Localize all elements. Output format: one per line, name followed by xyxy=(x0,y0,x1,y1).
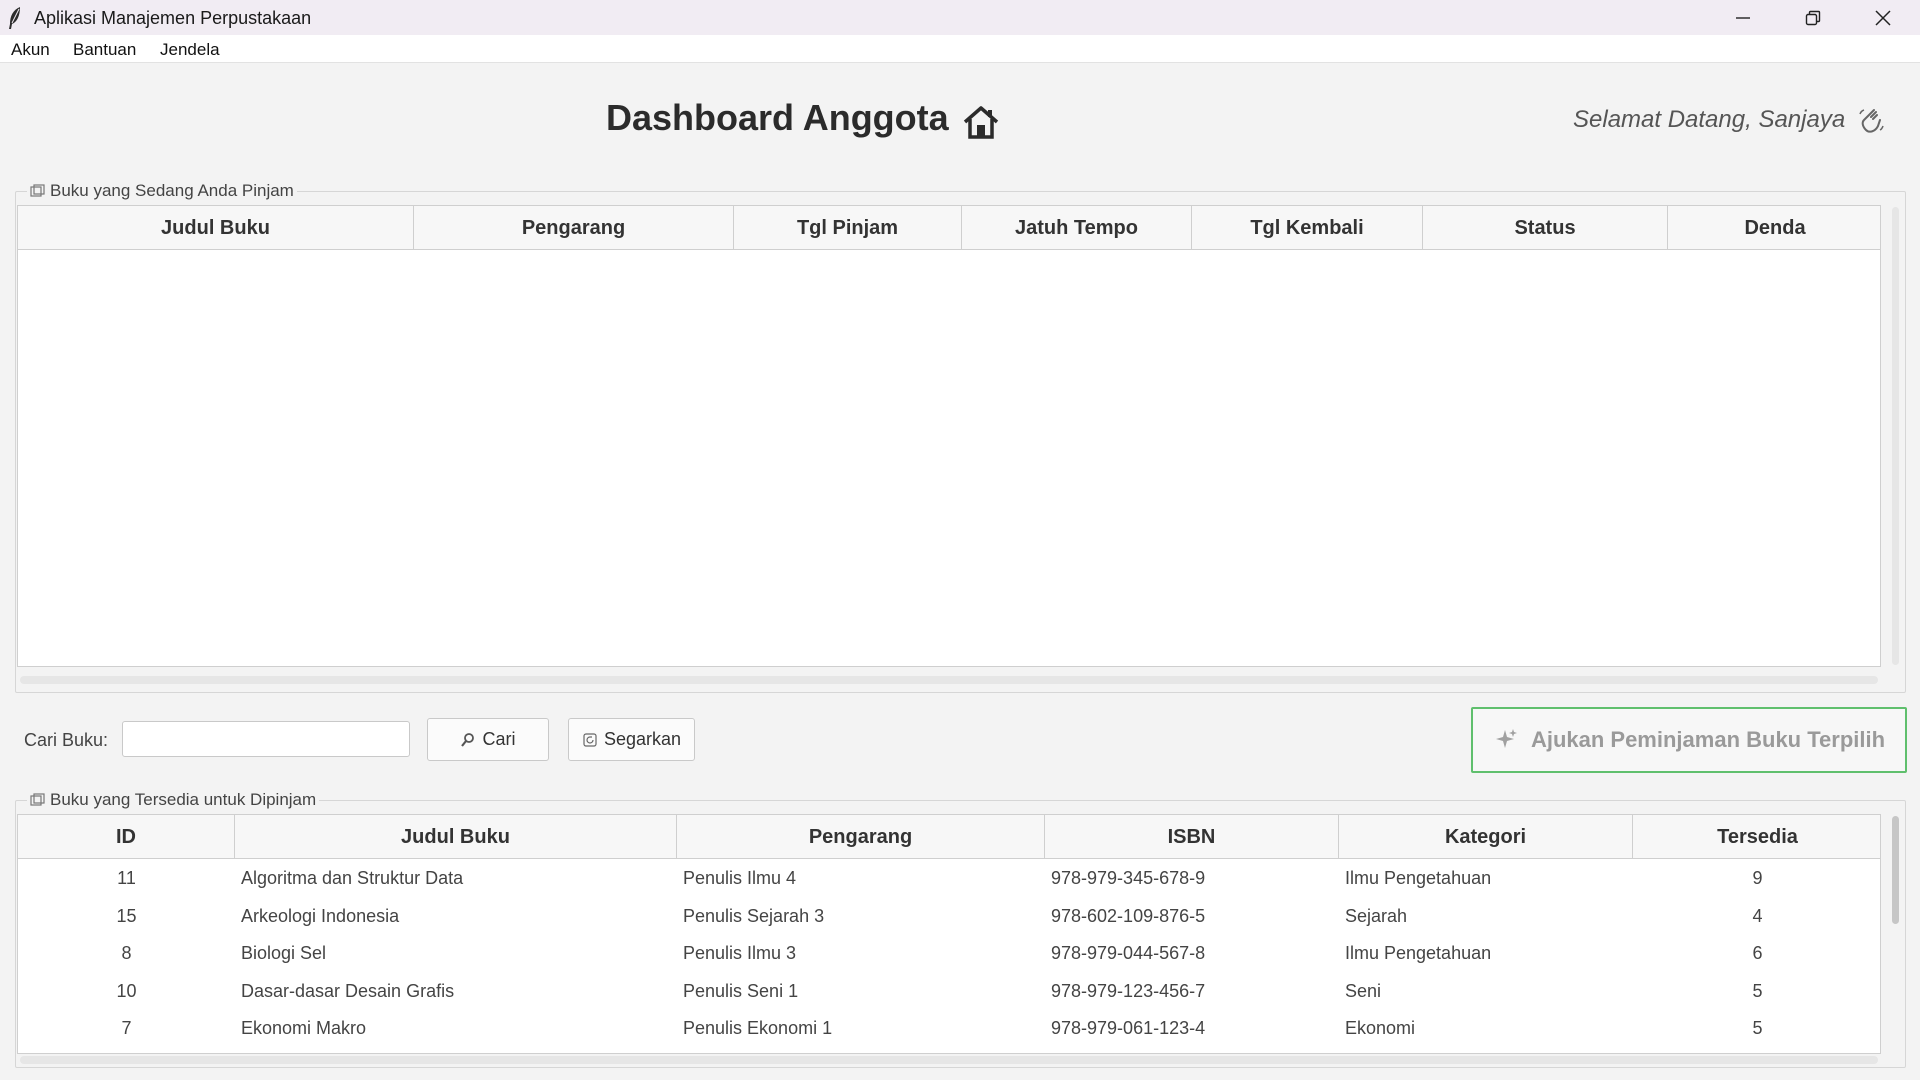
cell-author: Penulis Ekonomi 1 xyxy=(683,1018,833,1039)
cell-id: 10 xyxy=(116,980,137,1001)
restore-button[interactable] xyxy=(1778,0,1848,35)
available-books-table[interactable]: ID Judul Buku Pengarang ISBN Kategori Te… xyxy=(17,814,1881,1054)
books-icon xyxy=(30,184,45,197)
col-kategori[interactable]: Kategori xyxy=(1339,815,1633,859)
cell-category: Ilmu Pengetahuan xyxy=(1345,868,1492,889)
cell-title: Ekonomi Makro xyxy=(241,1018,367,1039)
menu-bar: Akun Bantuan Jendela xyxy=(0,35,1920,63)
borrowed-horizontal-scrollbar[interactable] xyxy=(20,676,1878,684)
cell-title: Arkeologi Indonesia xyxy=(241,905,400,926)
cell-category: Ilmu Pengetahuan xyxy=(1345,943,1492,964)
menu-akun[interactable]: Akun xyxy=(11,40,50,60)
cell-category: Ekonomi xyxy=(1345,1018,1416,1039)
cell-isbn: 978-979-044-567-8 xyxy=(1051,943,1206,964)
search-button-label: Cari xyxy=(482,729,516,749)
borrowed-books-legend: Buku yang Sedang Anda Pinjam xyxy=(27,181,297,201)
books-icon xyxy=(30,793,45,806)
col-pengarang[interactable]: Pengarang xyxy=(677,815,1045,859)
cell-author: Penulis Ilmu 3 xyxy=(683,943,797,964)
col-tgl-kembali[interactable]: Tgl Kembali xyxy=(1192,206,1423,250)
borrowed-books-table[interactable]: Judul Buku Pengarang Tgl Pinjam Jatuh Te… xyxy=(17,205,1881,667)
cell-isbn: 978-979-123-456-7 xyxy=(1051,980,1206,1001)
refresh-button[interactable]: Segarkan xyxy=(568,718,695,761)
cell-available: 6 xyxy=(1752,943,1763,964)
refresh-button-label: Segarkan xyxy=(603,729,682,749)
cell-id: 11 xyxy=(117,868,136,889)
borrowed-vertical-scrollbar[interactable] xyxy=(1892,207,1899,665)
available-legend-label: Buku yang Tersedia untuk Dipinjam xyxy=(50,790,317,809)
available-horizontal-scrollbar[interactable] xyxy=(20,1056,1878,1064)
cell-title: Algoritma dan Struktur Data xyxy=(241,868,464,889)
submit-loan-label: Ajukan Peminjaman Buku Terpilih xyxy=(1530,727,1886,752)
table-row[interactable]: 7 Ekonomi Makro Penulis Ekonomi 1 978-97… xyxy=(18,1010,1880,1048)
refresh-icon xyxy=(583,732,597,747)
menu-jendela[interactable]: Jendela xyxy=(160,40,220,60)
cell-available: 5 xyxy=(1752,980,1763,1001)
minimize-button[interactable] xyxy=(1708,0,1778,35)
cell-isbn: 978-979-061-123-4 xyxy=(1051,1018,1206,1039)
cell-category: Seni xyxy=(1345,980,1382,1001)
borrowed-legend-label: Buku yang Sedang Anda Pinjam xyxy=(50,181,294,200)
sparkle-icon xyxy=(1495,729,1517,748)
cell-id: 8 xyxy=(121,943,132,964)
cell-title: Dasar-dasar Desain Grafis xyxy=(241,980,455,1001)
submit-loan-button[interactable]: Ajukan Peminjaman Buku Terpilih xyxy=(1471,707,1907,773)
welcome-text: Selamat Datang, Sanjaya xyxy=(1573,106,1846,133)
menu-bantuan[interactable]: Bantuan xyxy=(73,40,136,60)
col-jatuh-tempo[interactable]: Jatuh Tempo xyxy=(962,206,1192,250)
cell-id: 15 xyxy=(116,905,137,926)
restore-icon xyxy=(1805,10,1821,25)
house-icon xyxy=(963,106,999,139)
cell-available: 4 xyxy=(1752,905,1763,926)
cell-available: 9 xyxy=(1752,868,1763,889)
cell-category: Sejarah xyxy=(1345,905,1408,926)
waving-hand-icon xyxy=(1859,109,1884,133)
close-button[interactable] xyxy=(1848,0,1918,35)
table-row[interactable]: 15 Arkeologi Indonesia Penulis Sejarah 3… xyxy=(18,898,1880,936)
table-row[interactable]: 10 Dasar-dasar Desain Grafis Penulis Sen… xyxy=(18,973,1880,1011)
minimize-icon xyxy=(1736,16,1750,19)
window-title: Aplikasi Manajemen Perpustakaan xyxy=(34,8,312,28)
cell-author: Penulis Seni 1 xyxy=(683,980,799,1001)
table-row[interactable]: 8 Biologi Sel Penulis Ilmu 3 978-979-044… xyxy=(18,935,1880,973)
cell-id: 7 xyxy=(121,1018,132,1039)
col-tersedia[interactable]: Tersedia xyxy=(1633,815,1880,859)
cell-available: 5 xyxy=(1752,1018,1763,1039)
table-row[interactable]: 11 Algoritma dan Struktur Data Penulis I… xyxy=(18,860,1880,898)
available-books-legend: Buku yang Tersedia untuk Dipinjam xyxy=(27,790,320,810)
search-button[interactable]: Cari xyxy=(427,718,549,761)
close-icon xyxy=(1875,9,1891,26)
col-judul-buku[interactable]: Judul Buku xyxy=(235,815,677,859)
cell-author: Penulis Sejarah 3 xyxy=(683,905,825,926)
search-icon xyxy=(461,732,475,747)
cell-author: Penulis Ilmu 4 xyxy=(683,868,797,889)
borrowed-table-header: Judul Buku Pengarang Tgl Pinjam Jatuh Te… xyxy=(18,206,1880,250)
page-title: Dashboard Anggota xyxy=(606,97,949,138)
available-table-body: 11 Algoritma dan Struktur Data Penulis I… xyxy=(18,860,1880,1048)
col-status[interactable]: Status xyxy=(1423,206,1668,250)
col-pengarang[interactable]: Pengarang xyxy=(414,206,734,250)
col-denda[interactable]: Denda xyxy=(1668,206,1880,250)
col-judul-buku[interactable]: Judul Buku xyxy=(18,206,414,250)
available-vertical-scrollbar-thumb[interactable] xyxy=(1892,816,1899,924)
cell-isbn: 978-979-345-678-9 xyxy=(1051,868,1206,889)
feather-icon xyxy=(9,7,20,29)
cell-title: Biologi Sel xyxy=(241,943,327,964)
col-id[interactable]: ID xyxy=(18,815,235,859)
title-bar: Aplikasi Manajemen Perpustakaan xyxy=(0,0,1920,35)
col-isbn[interactable]: ISBN xyxy=(1045,815,1339,859)
search-input[interactable] xyxy=(122,721,410,757)
search-label: Cari Buku: xyxy=(24,730,109,750)
col-tgl-pinjam[interactable]: Tgl Pinjam xyxy=(734,206,962,250)
cell-isbn: 978-602-109-876-5 xyxy=(1051,905,1206,926)
available-table-header: ID Judul Buku Pengarang ISBN Kategori Te… xyxy=(18,815,1880,859)
